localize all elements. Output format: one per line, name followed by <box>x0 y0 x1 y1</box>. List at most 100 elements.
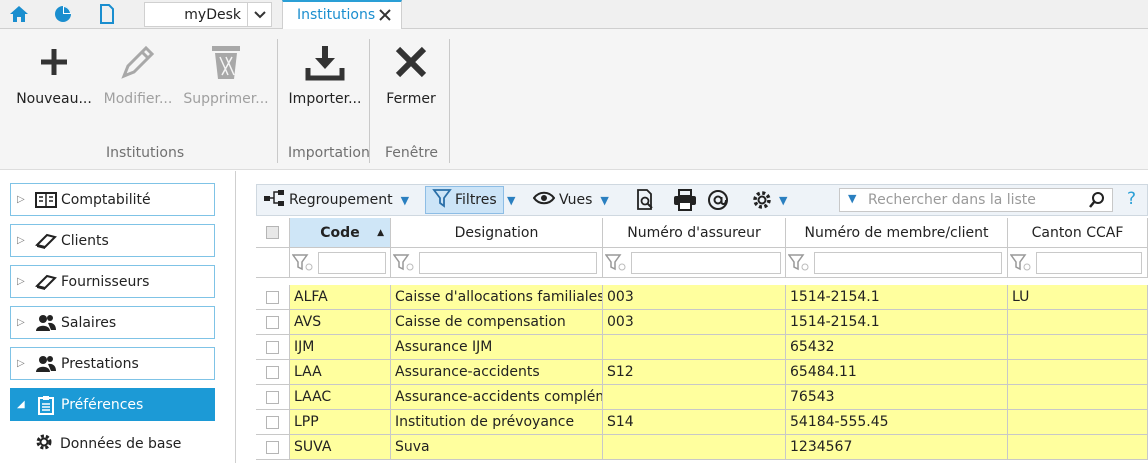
row-checkbox[interactable] <box>266 416 279 429</box>
cell-insurer-number <box>603 385 786 410</box>
close-label: Fermer <box>386 91 436 107</box>
cell-canton-ccaf: LU <box>1008 285 1148 310</box>
cell-member-number: 76543 <box>786 385 1008 410</box>
cell-canton-ccaf <box>1008 410 1148 435</box>
sidebar-item-clients[interactable]: ▷ Clients <box>10 224 215 257</box>
sort-ascending-icon: ▲ <box>377 228 384 238</box>
at-sign-icon <box>708 190 728 210</box>
delete-button[interactable]: Supprimer... <box>182 37 270 117</box>
delete-label: Supprimer... <box>183 91 269 107</box>
filter-input-member-number[interactable] <box>814 252 1002 274</box>
eye-icon <box>532 191 556 209</box>
print-preview-button[interactable] <box>635 185 657 215</box>
views-label: Vues <box>559 192 593 208</box>
table-row[interactable]: AVS Caisse de compensation 003 1514-2154… <box>256 310 1148 335</box>
settings-button[interactable]: ▼ <box>751 185 787 215</box>
sidebar-item-comptabilite[interactable]: ▷ Comptabilité <box>10 183 215 216</box>
document-icon[interactable] <box>96 4 118 24</box>
cell-insurer-number: S12 <box>603 360 786 385</box>
chevron-down-icon[interactable] <box>248 2 272 27</box>
expand-arrow-icon: ▷ <box>17 194 25 205</box>
plus-icon <box>38 37 70 87</box>
group-label-importation: Importation <box>288 145 370 161</box>
grouping-label: Regroupement <box>289 192 393 208</box>
chevron-down-icon[interactable]: ▼ <box>848 192 856 205</box>
filter-input-code[interactable] <box>318 252 386 274</box>
filter-cell-canton-ccaf <box>1008 248 1148 278</box>
tab-institutions[interactable]: Institutions <box>282 0 402 30</box>
new-button[interactable]: Nouveau... <box>14 37 94 117</box>
trash-icon <box>208 37 244 87</box>
sidebar-item-prestations[interactable]: ▷ Prestations <box>10 347 215 380</box>
email-button[interactable] <box>707 185 729 215</box>
sidebar-subitem-donnees-de-base[interactable]: Données de base <box>34 431 181 457</box>
search-input[interactable] <box>868 191 1078 209</box>
select-all-checkbox[interactable] <box>266 226 279 239</box>
cell-designation: Assurance IJM <box>391 335 603 360</box>
sidebar-item-fournisseurs[interactable]: ▷ Fournisseurs <box>10 265 215 298</box>
filter-input-canton-ccaf[interactable] <box>1036 252 1142 274</box>
row-select-cell <box>256 385 290 410</box>
table-row[interactable]: SUVA Suva 1234567 <box>256 435 1148 460</box>
search-icon[interactable] <box>1088 191 1106 213</box>
filters-button[interactable]: Filtres <box>425 186 504 214</box>
edit-button[interactable]: Modifier... <box>100 37 176 117</box>
book-icon <box>33 233 59 249</box>
filters-dropdown[interactable]: ▼ <box>503 185 515 215</box>
row-checkbox[interactable] <box>266 441 279 454</box>
sidebar-subitem-label: Données de base <box>60 436 182 452</box>
row-select-cell <box>256 360 290 385</box>
table-row[interactable]: ALFA Caisse d'allocations familiales 003… <box>256 285 1148 310</box>
filter-funnel-icon[interactable] <box>291 254 314 277</box>
row-checkbox[interactable] <box>266 341 279 354</box>
cell-insurer-number: 003 <box>603 310 786 335</box>
close-button[interactable]: Fermer <box>380 37 442 117</box>
filter-funnel-icon[interactable] <box>1009 254 1032 277</box>
filter-input-designation[interactable] <box>419 252 597 274</box>
views-button[interactable]: Vues ▼ <box>532 185 609 215</box>
home-icon[interactable] <box>8 4 30 24</box>
filter-funnel-icon[interactable] <box>604 254 627 277</box>
import-button[interactable]: Importer... <box>286 37 364 117</box>
cell-member-number: 1514-2154.1 <box>786 285 1008 310</box>
column-header-canton-ccaf[interactable]: Canton CCAF <box>1008 218 1148 248</box>
table-row[interactable]: LAA Assurance-accidents S12 65484.11 <box>256 360 1148 385</box>
cell-designation: Assurance-accidents compléme <box>391 385 603 410</box>
filters-label: Filtres <box>455 192 497 208</box>
column-header-designation[interactable]: Designation <box>391 218 603 248</box>
cell-member-number: 65432 <box>786 335 1008 360</box>
desk-selector[interactable]: myDesk <box>144 2 248 27</box>
row-select-cell <box>256 310 290 335</box>
pencil-icon <box>118 37 158 87</box>
filter-funnel-icon[interactable] <box>392 254 415 277</box>
row-checkbox[interactable] <box>266 291 279 304</box>
sidebar-item-preferences[interactable]: ◢ Préférences <box>10 388 215 421</box>
row-checkbox[interactable] <box>266 316 279 329</box>
select-all-cell[interactable] <box>256 218 290 248</box>
grouping-button[interactable]: Regroupement ▼ <box>263 185 409 215</box>
cell-code: IJM <box>290 335 391 360</box>
column-header-code[interactable]: Code ▲ <box>290 218 391 248</box>
cell-canton-ccaf <box>1008 385 1148 410</box>
column-header-insurer-number[interactable]: Numéro d'assureur <box>603 218 786 248</box>
table-row[interactable]: LPP Institution de prévoyance S14 54184-… <box>256 410 1148 435</box>
cell-member-number: 54184-555.45 <box>786 410 1008 435</box>
column-header-member-number[interactable]: Numéro de membre/client <box>786 218 1008 248</box>
table-row[interactable]: LAAC Assurance-accidents compléme 76543 <box>256 385 1148 410</box>
sidebar-item-salaires[interactable]: ▷ Salaires <box>10 306 215 339</box>
people-icon <box>33 355 59 373</box>
table-row[interactable]: IJM Assurance IJM 65432 <box>256 335 1148 360</box>
help-button[interactable]: ? <box>1127 189 1136 209</box>
book-icon <box>33 274 59 290</box>
filter-input-insurer-number[interactable] <box>631 252 781 274</box>
print-button[interactable] <box>673 185 697 215</box>
filter-cell-designation <box>391 248 603 278</box>
close-tab-icon[interactable] <box>378 8 394 24</box>
group-label-fenetre: Fenêtre <box>385 145 438 161</box>
filter-funnel-icon[interactable] <box>787 254 810 277</box>
row-checkbox[interactable] <box>266 366 279 379</box>
row-checkbox[interactable] <box>266 391 279 404</box>
gear-icon <box>34 432 54 456</box>
pie-chart-icon[interactable] <box>52 4 74 24</box>
desk-label: myDesk <box>184 7 241 23</box>
